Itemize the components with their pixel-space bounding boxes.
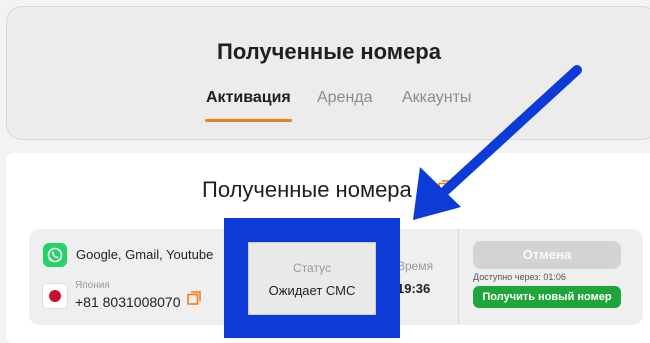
time-value: 19:36 (397, 281, 431, 296)
column-divider (458, 229, 459, 325)
whatsapp-icon (43, 243, 67, 267)
tab-activation[interactable]: Активация (206, 89, 291, 107)
status-cell: Статус Ожидает СМС (248, 242, 376, 315)
active-tab-underline (205, 119, 292, 122)
page-title: Полученные номера (217, 39, 441, 64)
cancel-button[interactable]: Отмена (473, 241, 621, 269)
tab-rent[interactable]: Аренда (317, 89, 373, 107)
status-label: Статус (293, 261, 331, 275)
status-value: Ожидает СМС (268, 283, 356, 298)
time-label: Время (397, 259, 434, 273)
available-timer: Доступно через: 01:06 (473, 272, 566, 282)
copy-icon[interactable] (438, 180, 451, 195)
country-label: Япония (75, 280, 110, 291)
japan-flag-icon (42, 283, 68, 309)
header-card: Полученные номера Активация Аренда Аккау… (6, 6, 650, 140)
phone-number: +81 8031008070 (75, 294, 181, 310)
copy-number-icon[interactable] (187, 291, 201, 305)
section-title: Полученные номера (202, 177, 412, 202)
service-names: Google, Gmail, Youtube (76, 247, 214, 262)
status-highlight-frame: Статус Ожидает СМС (224, 218, 400, 338)
get-new-number-button[interactable]: Получить новый номер (473, 286, 621, 308)
tab-accounts[interactable]: Аккаунты (402, 89, 471, 107)
